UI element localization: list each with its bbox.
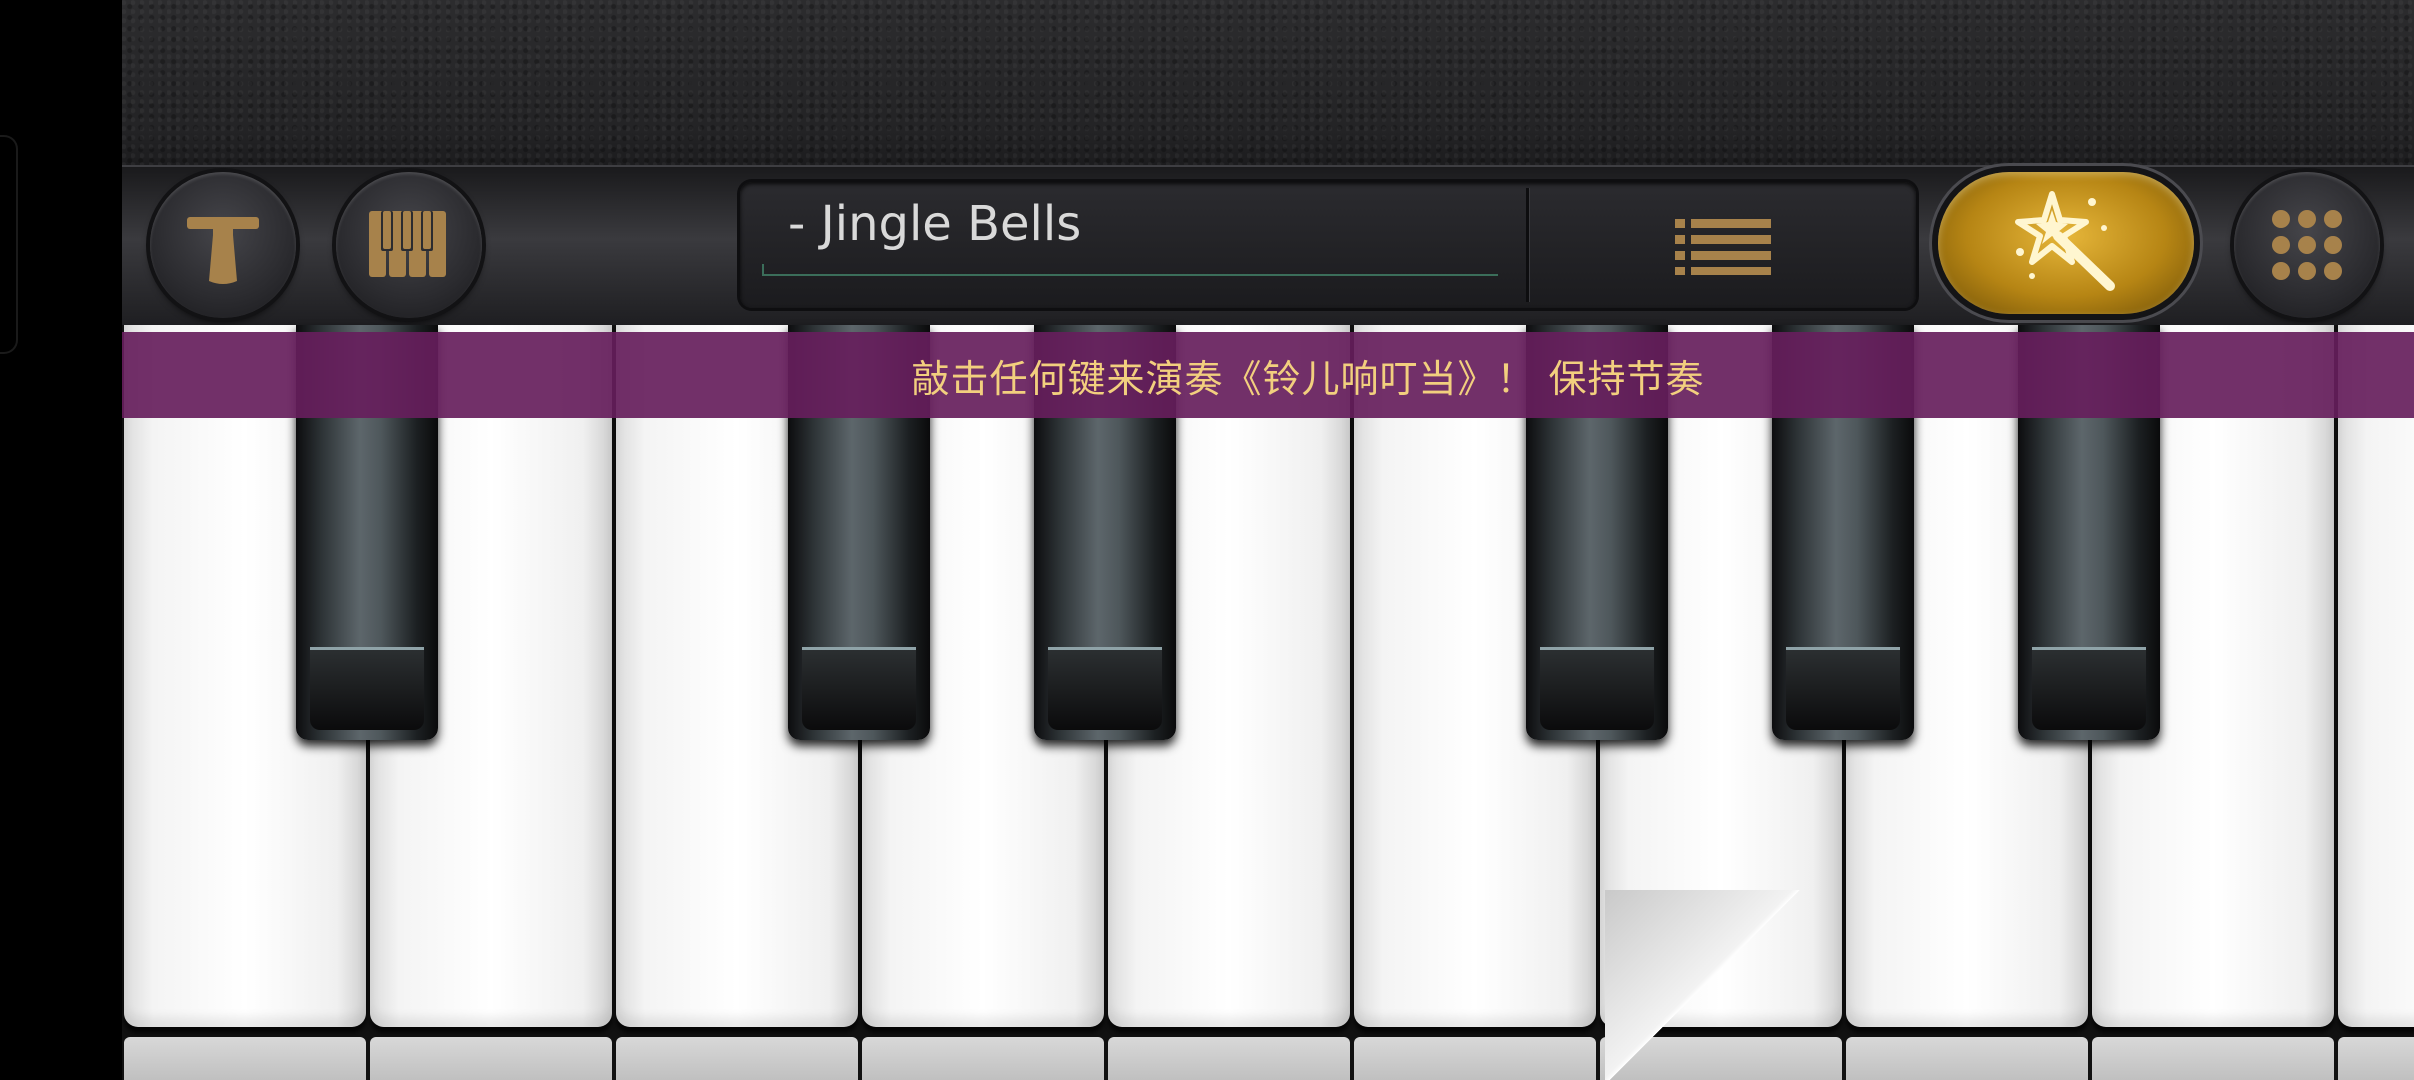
piano-keys-icon — [369, 211, 446, 277]
song-selector[interactable]: - Jingle Bells — [740, 182, 1916, 308]
list-icon — [1675, 219, 1771, 275]
side-notch — [0, 135, 18, 354]
page-curl — [1605, 890, 1805, 1080]
song-progress-bar — [762, 274, 1498, 276]
song-divider — [1526, 188, 1529, 302]
piano-keyboard — [122, 325, 2414, 1080]
sustain-button[interactable] — [150, 172, 296, 318]
song-title: - Jingle Bells — [788, 196, 1082, 252]
leather-lid — [122, 0, 2414, 165]
menu-button[interactable] — [2234, 172, 2380, 318]
hint-banner: 敲击任何键来演奏《铃儿响叮当》！ 保持节奏 — [122, 332, 2414, 418]
piano-app: - Jingle Bells 敲击任何键来演奏《铃儿响叮当》！ 保持节奏 — [122, 0, 2414, 1080]
sustain-pedal-icon — [187, 217, 259, 284]
grid-menu-icon — [2272, 210, 2342, 280]
song-list-button[interactable] — [1530, 182, 1916, 308]
magic-mode-button[interactable] — [1938, 172, 2194, 314]
keyboard-layout-button[interactable] — [336, 172, 482, 318]
magic-wand-icon — [2015, 191, 2115, 291]
white-key[interactable] — [2338, 325, 2414, 1080]
hint-banner-text: 敲击任何键来演奏《铃儿响叮当》！ 保持节奏 — [911, 356, 1705, 401]
